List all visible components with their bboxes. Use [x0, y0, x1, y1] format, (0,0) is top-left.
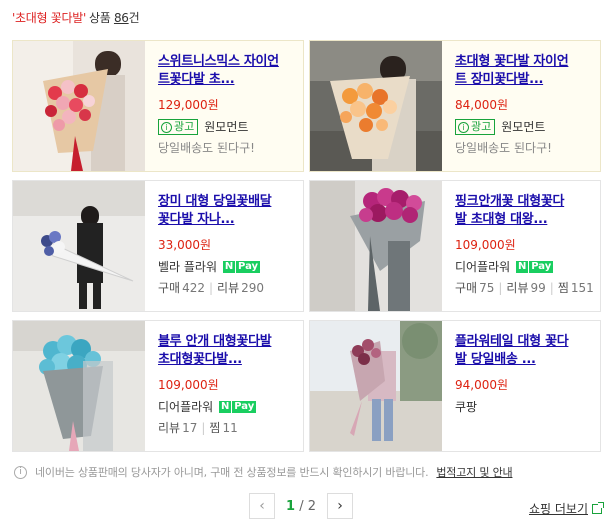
product-card[interactable]: 플라워테일 대형 꽃다 발 당일배송 ... 94,000원 쿠팡: [309, 320, 601, 452]
product-image[interactable]: [310, 321, 442, 451]
seller-name[interactable]: 쿠팡: [455, 399, 477, 415]
product-card[interactable]: 스위트니스믹스 자이언 트꽃다발 초... 129,000원 i 광고 원모먼트 당…: [12, 40, 304, 172]
product-stats: 리뷰 17 | 찜 11: [158, 421, 238, 435]
product-subtext: 당일배송도 된다구!: [455, 141, 552, 155]
seller-name[interactable]: 디어플라워: [158, 399, 213, 415]
product-title[interactable]: 초대형 꽃다발 자이언 트 장미꽃다발...: [455, 53, 595, 89]
product-image[interactable]: [13, 41, 145, 171]
product-title[interactable]: 핑크안개꽃 대형꽃다 발 초대형 대왕...: [455, 193, 595, 229]
query-text: '초대형 꽃다발': [12, 11, 86, 25]
chevron-right-icon: ›: [337, 498, 343, 514]
page-indicator: 1 / 2: [286, 499, 316, 514]
seller-name[interactable]: 원모먼트: [204, 119, 248, 135]
naver-n-icon: N: [219, 401, 232, 413]
ad-badge[interactable]: i 광고: [158, 119, 199, 135]
naver-pay-badge: N Pay: [219, 401, 257, 413]
notice-text: 네이버는 상품판매의 당사자가 아니며, 구매 전 상품정보를 반드시 확인하시…: [35, 466, 429, 479]
chevron-left-icon: ‹: [259, 498, 265, 514]
product-title[interactable]: 플라워테일 대형 꽃다 발 당일배송 ...: [455, 333, 595, 369]
product-price: 33,000원: [158, 238, 212, 252]
current-page: 1: [286, 498, 296, 514]
product-price: 84,000원: [455, 98, 509, 112]
product-price: 109,000원: [455, 238, 516, 252]
naver-pay-badge: N Pay: [223, 261, 261, 273]
legal-notice-link[interactable]: 법적고지 및 안내: [436, 464, 512, 480]
external-link-icon: [592, 501, 604, 514]
info-icon: i: [458, 121, 469, 133]
product-price: 109,000원: [158, 378, 219, 392]
total-pages: 2: [307, 498, 316, 514]
result-count[interactable]: 86: [114, 11, 129, 25]
product-title[interactable]: 스위트니스믹스 자이언 트꽃다발 초...: [158, 53, 298, 89]
product-card[interactable]: 핑크안개꽃 대형꽃다 발 초대형 대왕... 109,000원 디어플라워 N Pa…: [309, 180, 601, 312]
shopping-more-label: 쇼핑 더보기: [528, 502, 588, 516]
ad-badge[interactable]: i 광고: [455, 119, 496, 135]
info-icon: i: [161, 121, 172, 133]
seller-name[interactable]: 원모먼트: [501, 119, 545, 135]
product-subtext: 당일배송도 된다구!: [158, 141, 255, 155]
next-page-button[interactable]: ›: [327, 493, 353, 519]
legal-notice: i 네이버는 상품판매의 당사자가 아니며, 구매 전 상품정보를 반드시 확인…: [14, 464, 513, 480]
product-card[interactable]: 장미 대형 당일꽃배달 꽃다발 자나... 33,000원 벨라 플라워 N Pay…: [12, 180, 304, 312]
product-title[interactable]: 블루 안개 대형꽃다발 초대형꽃다발...: [158, 333, 298, 369]
seller-name[interactable]: 벨라 플라워: [158, 259, 217, 275]
info-icon: i: [14, 465, 27, 479]
product-stats: 구매 422 | 리뷰 290: [158, 281, 265, 295]
product-card[interactable]: 블루 안개 대형꽃다발 초대형꽃다발... 109,000원 디어플라워 N Pay…: [12, 320, 304, 452]
shopping-more-link[interactable]: 쇼핑 더보기: [528, 500, 604, 517]
result-label: 상품: [88, 11, 111, 25]
naver-n-icon: N: [223, 261, 236, 273]
prev-page-button[interactable]: ‹: [249, 493, 275, 519]
result-header: '초대형 꽃다발' 상품 86건: [12, 9, 140, 26]
product-image[interactable]: [310, 41, 442, 171]
naver-pay-badge: N Pay: [516, 261, 554, 273]
product-price: 94,000원: [455, 378, 509, 392]
product-price: 129,000원: [158, 98, 219, 112]
product-image[interactable]: [310, 181, 442, 311]
naver-n-icon: N: [516, 261, 529, 273]
page-separator: /: [299, 498, 304, 514]
product-title[interactable]: 장미 대형 당일꽃배달 꽃다발 자나...: [158, 193, 298, 229]
pagination: ‹ 1 / 2 ›: [249, 493, 353, 519]
result-unit: 건: [128, 11, 140, 25]
seller-name[interactable]: 디어플라워: [455, 259, 510, 275]
product-card[interactable]: 초대형 꽃다발 자이언 트 장미꽃다발... 84,000원 i 광고 원모먼트 당…: [309, 40, 601, 172]
product-image[interactable]: [13, 321, 145, 451]
product-image[interactable]: [13, 181, 145, 311]
product-stats: 구매 75 | 리뷰 99 | 찜 151: [455, 281, 594, 295]
